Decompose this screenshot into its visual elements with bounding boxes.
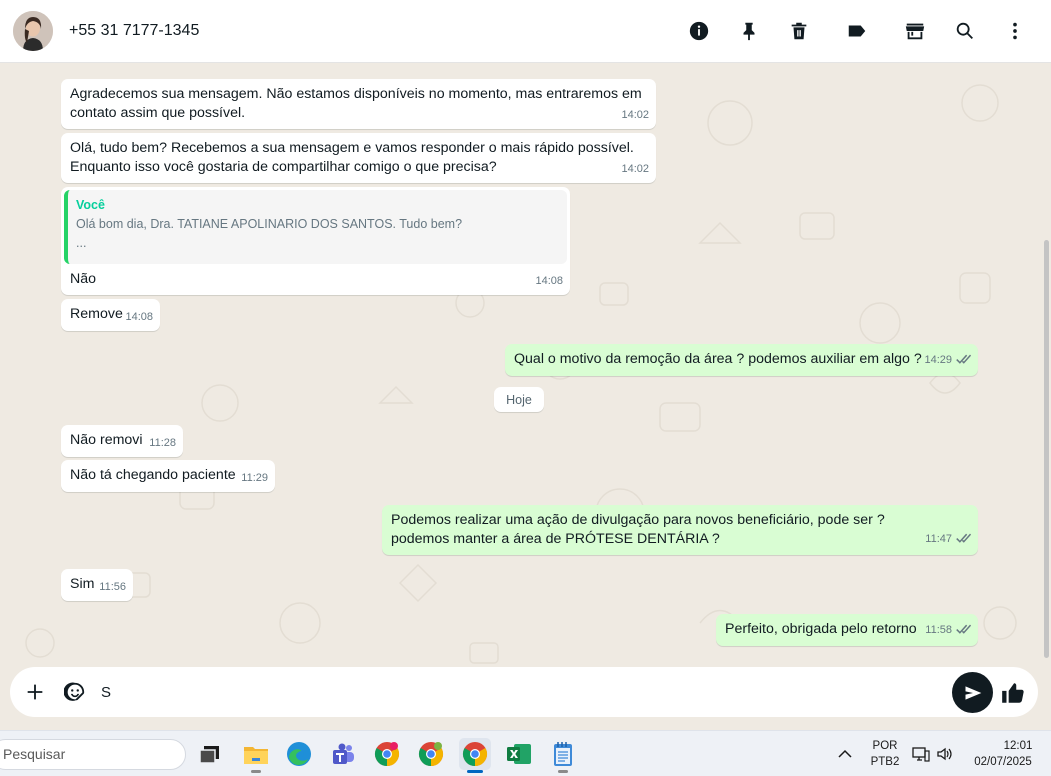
message-bubble-incoming[interactable]: Não removi 11:28	[61, 425, 183, 457]
chrome-icon[interactable]	[459, 738, 491, 773]
message-text: Não removi	[70, 432, 143, 448]
taskbar-clock-date[interactable]: 02/07/2025	[968, 756, 1038, 768]
message-text: Remove	[70, 306, 123, 322]
message-bubble-reply[interactable]: Você Olá bom dia, Dra. TATIANE APOLINARI…	[61, 187, 570, 295]
pin-icon[interactable]	[737, 19, 761, 43]
app-running-indicator	[251, 770, 261, 773]
message-bubble-incoming[interactable]: Não tá chegando paciente 11:29	[61, 460, 275, 492]
quoted-author: Você	[76, 198, 105, 212]
message-text: Podemos realizar uma ação de divulgação …	[391, 512, 885, 547]
message-time: 14:02	[621, 163, 649, 175]
quoted-message[interactable]: Você Olá bom dia, Dra. TATIANE APOLINARI…	[64, 190, 567, 264]
message-text: Não tá chegando paciente	[70, 467, 236, 483]
message-text: Olá, tudo bem? Recebemos a sua mensagem …	[70, 140, 634, 175]
read-receipt-icon	[955, 532, 972, 551]
contact-avatar[interactable]	[13, 11, 53, 51]
message-bubble-incoming[interactable]: Remove 14:08	[61, 299, 160, 331]
label-icon[interactable]	[845, 19, 869, 43]
notepad-icon[interactable]	[547, 738, 579, 773]
store-icon[interactable]	[903, 19, 927, 43]
message-time: 14:08	[535, 275, 563, 287]
info-icon[interactable]	[687, 19, 711, 43]
message-bubble-outgoing[interactable]: Podemos realizar uma ação de divulgação …	[382, 505, 978, 555]
day-separator: Hoje	[494, 387, 544, 412]
chrome-profile-icon[interactable]	[371, 738, 403, 770]
file-explorer-icon[interactable]	[240, 738, 272, 773]
more-options-icon[interactable]	[1003, 19, 1027, 43]
excel-icon[interactable]	[503, 738, 535, 770]
contact-name[interactable]: +55 31 7177-1345	[69, 22, 199, 40]
send-icon[interactable]	[952, 672, 993, 713]
message-time-value: 11:58	[925, 624, 952, 636]
input-language-top[interactable]: POR	[866, 740, 904, 752]
message-time: 11:29	[241, 472, 268, 484]
message-time-value: 14:29	[924, 354, 952, 366]
chat-scrollbar-thumb[interactable]	[1044, 240, 1049, 658]
message-time: 11:56	[99, 581, 126, 593]
read-receipt-icon	[955, 623, 972, 642]
chrome-profile-icon[interactable]	[415, 738, 447, 770]
message-text: Sim	[70, 576, 95, 592]
quoted-text-more: ...	[76, 236, 87, 250]
message-time: 11:58	[925, 621, 972, 642]
message-bubble-outgoing[interactable]: Qual o motivo da remoção da área ? podem…	[505, 344, 978, 376]
message-time: 14:08	[125, 311, 153, 323]
delete-icon[interactable]	[787, 19, 811, 43]
message-text: Não	[70, 271, 97, 287]
search-icon[interactable]	[953, 19, 977, 43]
taskbar-search-placeholder[interactable]: Pesquisar	[3, 746, 65, 762]
read-receipt-icon	[955, 353, 972, 372]
message-text: Agradecemos sua mensagem. Não estamos di…	[70, 86, 642, 121]
message-bubble-incoming[interactable]: Agradecemos sua mensagem. Não estamos di…	[61, 79, 656, 129]
message-bubble-outgoing[interactable]: Perfeito, obrigada pelo retorno 11:58	[716, 614, 978, 646]
message-bubble-incoming[interactable]: Olá, tudo bem? Recebemos a sua mensagem …	[61, 133, 656, 183]
edge-browser-icon[interactable]	[283, 738, 315, 770]
message-bubble-incoming[interactable]: Sim 11:56	[61, 569, 133, 601]
message-input[interactable]	[101, 680, 931, 704]
input-language-bottom[interactable]: PTB2	[866, 756, 904, 768]
network-icon[interactable]	[910, 738, 932, 770]
message-time: 11:47	[925, 530, 972, 551]
app-active-indicator	[467, 770, 483, 773]
teams-icon[interactable]	[327, 738, 359, 770]
sticker-icon[interactable]	[62, 679, 88, 705]
message-text: Perfeito, obrigada pelo retorno	[725, 621, 917, 637]
taskbar-clock-time[interactable]: 12:01	[990, 740, 1046, 752]
message-time: 14:02	[621, 109, 649, 121]
quoted-text: Olá bom dia, Dra. TATIANE APOLINARIO DOS…	[76, 217, 463, 231]
chat-header: +55 31 7177-1345	[0, 0, 1051, 63]
show-hidden-icons-chevron-icon[interactable]	[834, 738, 856, 770]
plus-icon[interactable]	[22, 679, 48, 705]
message-time: 11:28	[149, 437, 176, 449]
thumbs-up-icon[interactable]	[998, 678, 1028, 708]
message-text: Qual o motivo da remoção da área ? podem…	[514, 351, 922, 367]
task-view-icon[interactable]	[194, 738, 226, 770]
message-time-value: 11:47	[925, 533, 952, 545]
message-time: 14:29	[924, 351, 972, 372]
app-running-indicator	[558, 770, 568, 773]
volume-icon[interactable]	[934, 738, 956, 770]
